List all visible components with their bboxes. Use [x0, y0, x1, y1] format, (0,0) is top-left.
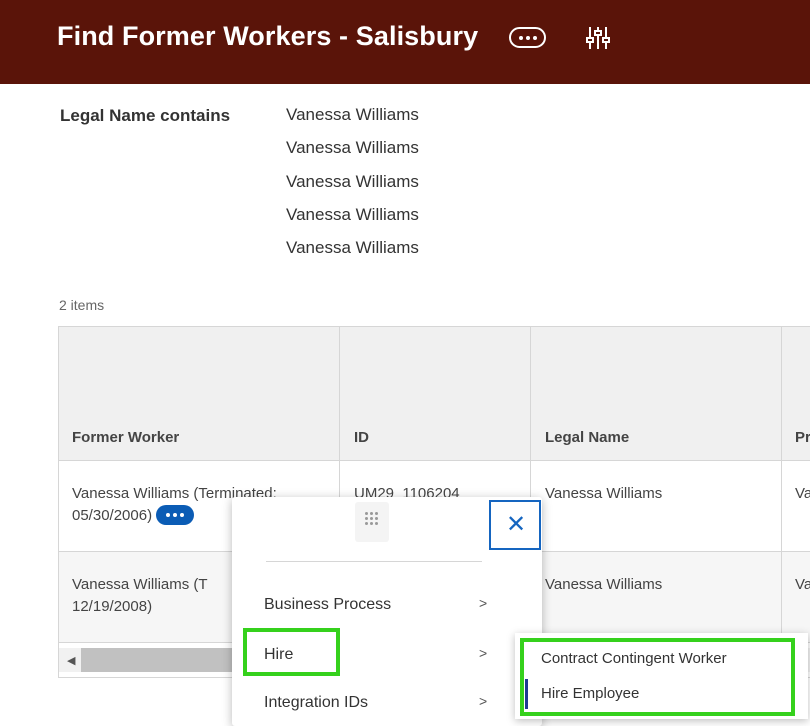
submenu-item-hire-employee[interactable]: Hire Employee [541, 685, 639, 702]
legal-name-cell: Vanessa Williams [545, 576, 663, 593]
facet-value: Vanessa Williams [286, 238, 419, 258]
submenu-item-contract-contingent-worker[interactable]: Contract Contingent Worker [541, 650, 727, 667]
page-header: Find Former Workers - Salisbury [0, 0, 810, 84]
former-worker-cell: Vanessa Williams (T 12/19/2008) [72, 574, 208, 618]
menu-item-integration-ids[interactable]: Integration IDs [264, 694, 368, 712]
close-icon: ✕ [506, 511, 527, 538]
former-worker-link[interactable]: Vanessa Williams (T [72, 574, 208, 596]
related-actions-popup: ✕ Business Process > Hire > Integration … [232, 497, 542, 726]
facet-values: Vanessa Williams Vanessa Williams Vaness… [286, 104, 419, 270]
facet-value: Vanessa Williams [286, 105, 419, 124]
selection-indicator [525, 679, 528, 709]
divider [266, 561, 482, 562]
menu-item-hire[interactable]: Hire [264, 646, 293, 664]
facet-value: Vanessa Williams [286, 138, 419, 158]
facet-value: Vanessa Williams [286, 204, 419, 224]
chevron-right-icon: > [479, 693, 488, 709]
more-actions-icon[interactable] [509, 27, 546, 48]
pr-cell: Va [795, 576, 810, 593]
former-worker-date[interactable]: 12/19/2008) [72, 596, 208, 618]
column-header-former-worker[interactable]: Former Worker [72, 429, 179, 446]
chevron-right-icon: > [479, 645, 488, 661]
column-header-pr[interactable]: Pr [795, 429, 810, 446]
sliders-icon[interactable] [584, 24, 612, 52]
scrollbar-thumb[interactable] [81, 648, 241, 672]
menu-item-business-process[interactable]: Business Process [264, 596, 391, 614]
pr-cell: Va [795, 485, 810, 502]
close-button[interactable]: ✕ [489, 500, 541, 550]
hire-submenu: Contract Contingent Worker Hire Employee [515, 633, 808, 719]
column-header-id[interactable]: ID [354, 429, 369, 446]
grid-header-row: Former Worker ID Legal Name Pr [59, 327, 810, 461]
facet-value: Vanessa Williams [286, 171, 419, 191]
facet-label: Legal Name contains [60, 106, 231, 125]
page-title: Find Former Workers - Salisbury [57, 21, 479, 51]
column-divider [781, 327, 782, 643]
legal-name-cell: Vanessa Williams [545, 485, 663, 502]
item-count: 2 items [59, 297, 105, 313]
drag-handle-icon[interactable] [355, 502, 389, 542]
chevron-right-icon: > [479, 595, 488, 611]
scroll-left-arrow-icon[interactable]: ◀ [67, 654, 75, 667]
column-header-legal-name[interactable]: Legal Name [545, 429, 629, 446]
former-worker-date[interactable]: 05/30/2006) [72, 507, 152, 524]
related-actions-button[interactable] [156, 505, 195, 526]
